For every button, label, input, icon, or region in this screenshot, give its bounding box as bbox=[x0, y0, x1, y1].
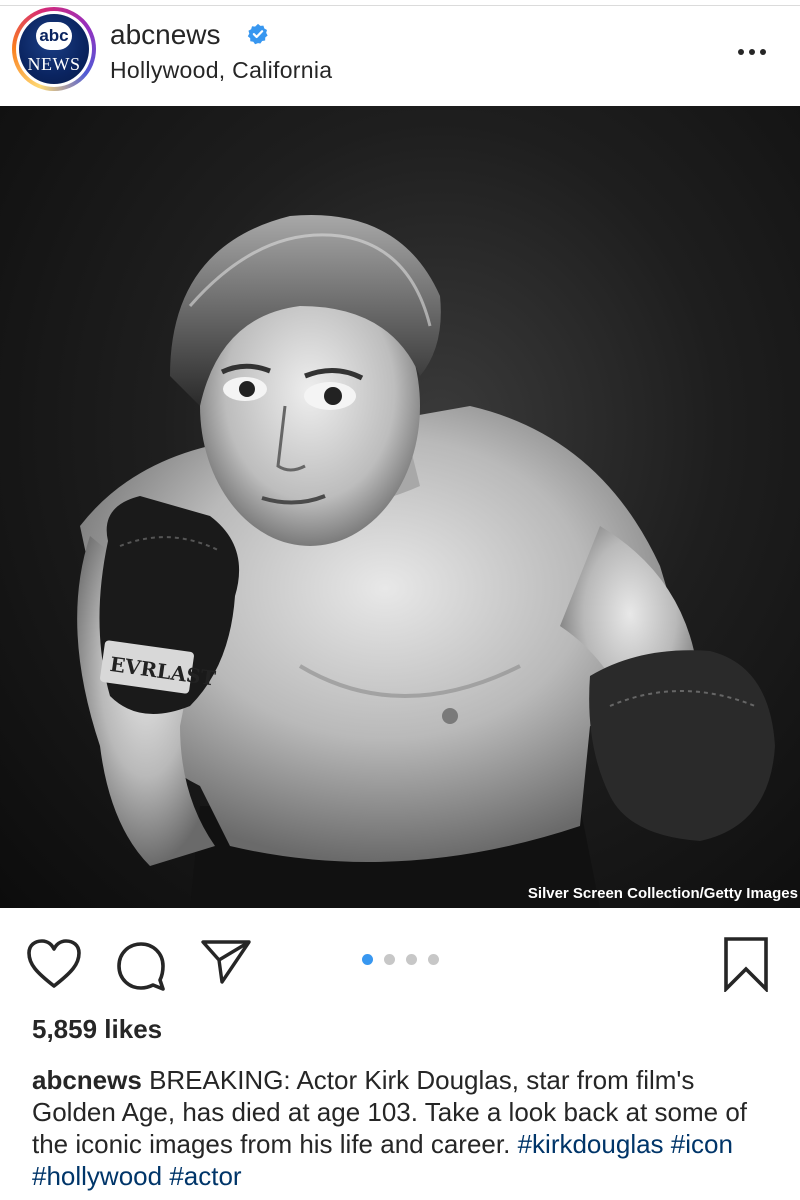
post-photo[interactable]: EVRLAST Silver Screen Collection/Getty I… bbox=[0, 106, 800, 908]
hashtag-link[interactable]: #kirkdouglas bbox=[518, 1129, 664, 1159]
hashtag-link[interactable]: #actor bbox=[169, 1161, 241, 1191]
post-header: abc NEWS abcnews Hollywood, California bbox=[0, 7, 800, 105]
photo-credit: Silver Screen Collection/Getty Images bbox=[527, 885, 798, 902]
post-location[interactable]: Hollywood, California bbox=[110, 57, 332, 84]
abc-news-logo: abc NEWS bbox=[19, 14, 89, 84]
carousel-dot bbox=[406, 954, 417, 965]
top-divider bbox=[0, 0, 800, 6]
news-logo-text: NEWS bbox=[27, 54, 81, 74]
verified-badge-icon bbox=[247, 23, 268, 45]
likes-count[interactable]: 5,859 likes bbox=[32, 1014, 162, 1045]
hashtag-link[interactable]: #icon bbox=[671, 1129, 733, 1159]
comment-icon[interactable] bbox=[115, 940, 167, 992]
carousel-dot bbox=[384, 954, 395, 965]
carousel-indicator bbox=[362, 954, 442, 968]
paper-plane-icon[interactable] bbox=[200, 938, 252, 986]
carousel-dot bbox=[428, 954, 439, 965]
hashtag-link[interactable]: #hollywood bbox=[32, 1161, 162, 1191]
bookmark-icon[interactable] bbox=[722, 936, 770, 992]
account-username[interactable]: abcnews bbox=[110, 19, 221, 51]
action-bar bbox=[0, 908, 800, 1008]
post-caption: abcnews BREAKING: Actor Kirk Douglas, st… bbox=[32, 1064, 772, 1192]
abc-logo-text: abc bbox=[36, 22, 72, 50]
caption-username[interactable]: abcnews bbox=[32, 1065, 142, 1095]
carousel-dot-active bbox=[362, 954, 373, 965]
avatar[interactable]: abc NEWS bbox=[12, 7, 96, 91]
boxer-illustration: EVRLAST bbox=[77, 215, 775, 908]
more-options-icon[interactable] bbox=[738, 42, 774, 55]
heart-icon[interactable] bbox=[26, 938, 82, 990]
